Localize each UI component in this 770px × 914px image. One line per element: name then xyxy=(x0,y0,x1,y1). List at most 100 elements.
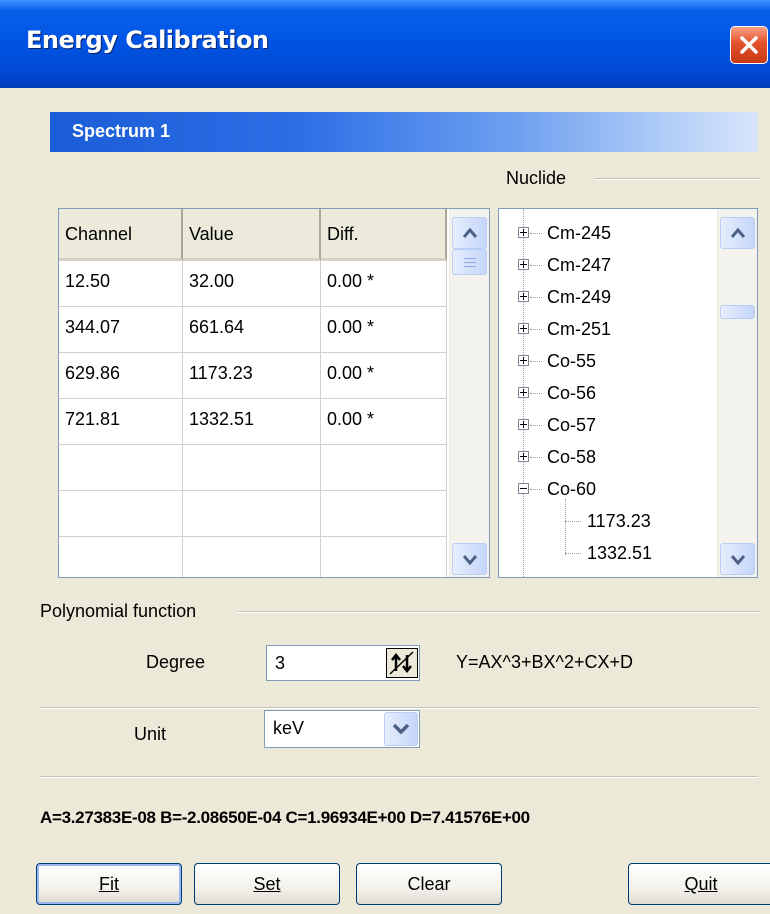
column-header-value[interactable]: Value xyxy=(183,209,321,261)
nuclide-tree[interactable]: Cm-245 Cm-247 Cm-249 Cm-251 Co-55 Co-56 xyxy=(498,208,758,578)
energy-calibration-dialog: Energy Calibration Spectrum 1 Nuclide Ch… xyxy=(0,0,770,914)
tree-node-label: Cm-247 xyxy=(547,255,612,275)
table-row[interactable]: 12.50 32.00 0.00 * xyxy=(59,261,447,307)
unit-selected: keV xyxy=(273,718,305,738)
calibration-table[interactable]: Channel Value Diff. 12.50 32.00 0.00 * 3… xyxy=(58,208,490,578)
table-row[interactable]: 629.86 1173.23 0.00 * xyxy=(59,353,447,399)
tree-node-label: Co-56 xyxy=(547,383,597,403)
degree-label: Degree xyxy=(146,652,206,672)
cell-value[interactable]: 1332.51 xyxy=(183,399,321,445)
cell-empty[interactable] xyxy=(321,537,447,577)
tree-line xyxy=(530,297,542,298)
table-row-empty[interactable] xyxy=(59,491,447,537)
expand-icon[interactable] xyxy=(518,227,529,238)
spectrum-header: Spectrum 1 xyxy=(50,112,758,152)
cell-channel[interactable]: 344.07 xyxy=(59,307,183,353)
nuclide-group-line xyxy=(594,178,760,180)
tree-scroll-down-button[interactable] xyxy=(720,543,755,575)
dropdown-arrow-icon xyxy=(392,723,410,735)
cell-channel[interactable]: 12.50 xyxy=(59,261,183,307)
tree-line xyxy=(530,265,542,266)
table-row-empty[interactable] xyxy=(59,537,447,577)
cell-channel[interactable]: 721.81 xyxy=(59,399,183,445)
table-scroll-down-button[interactable] xyxy=(452,543,487,575)
tree-line xyxy=(565,553,581,554)
fit-button[interactable]: Fit xyxy=(36,863,182,905)
expand-icon[interactable] xyxy=(518,387,529,398)
tree-leaf-label: 1332.51 xyxy=(587,543,653,563)
cell-empty[interactable] xyxy=(59,537,183,577)
coefficients-readout: A=3.27383E-08 B=-2.08650E-04 C=1.96934E+… xyxy=(40,808,530,827)
title-bar[interactable]: Energy Calibration xyxy=(0,0,770,88)
unit-label: Unit xyxy=(134,724,167,744)
divider xyxy=(40,776,758,778)
polynomial-formula: Y=AX^3+BX^2+CX+D xyxy=(456,652,633,672)
cell-diff[interactable]: 0.00 * xyxy=(321,399,447,445)
cell-value[interactable]: 661.64 xyxy=(183,307,321,353)
degree-spin-button[interactable] xyxy=(386,648,418,678)
divider xyxy=(40,707,758,709)
tree-scrollbar[interactable] xyxy=(717,209,757,577)
polynomial-group-label: Polynomial function xyxy=(40,601,197,621)
tree-node-label: Cm-251 xyxy=(547,319,612,339)
quit-button[interactable]: Quit xyxy=(628,863,770,905)
spin-icon xyxy=(389,651,414,675)
table-scroll-thumb[interactable] xyxy=(452,249,487,275)
expand-icon[interactable] xyxy=(518,355,529,366)
cell-diff[interactable]: 0.00 * xyxy=(321,353,447,399)
tree-line xyxy=(530,233,542,234)
polynomial-group-line xyxy=(238,611,760,613)
tree-scroll-up-button[interactable] xyxy=(720,217,755,249)
tree-line xyxy=(530,361,542,362)
scroll-up-icon xyxy=(462,227,478,238)
close-icon xyxy=(740,36,758,54)
table-row[interactable]: 721.81 1332.51 0.00 * xyxy=(59,399,447,445)
cell-empty[interactable] xyxy=(183,445,321,491)
collapse-icon[interactable] xyxy=(518,483,529,494)
nuclide-group-label: Nuclide xyxy=(506,168,567,188)
set-button-label: Set xyxy=(253,874,281,894)
tree-node-label: Co-55 xyxy=(547,351,597,371)
tree-scroll-thumb[interactable] xyxy=(720,305,755,319)
cell-diff[interactable]: 0.00 * xyxy=(321,261,447,307)
tree-line xyxy=(530,425,542,426)
cell-empty[interactable] xyxy=(321,491,447,537)
column-header-channel[interactable]: Channel xyxy=(59,209,183,261)
cell-empty[interactable] xyxy=(321,445,447,491)
table-scrollbar[interactable] xyxy=(449,209,489,577)
cell-channel[interactable]: 629.86 xyxy=(59,353,183,399)
expand-icon[interactable] xyxy=(518,323,529,334)
tree-line xyxy=(565,521,581,522)
tree-leaf-label: 1173.23 xyxy=(587,511,651,531)
cell-value[interactable]: 32.00 xyxy=(183,261,321,307)
table-scroll-up-button[interactable] xyxy=(452,217,487,249)
cell-empty[interactable] xyxy=(59,491,183,537)
expand-icon[interactable] xyxy=(518,259,529,270)
cell-empty[interactable] xyxy=(183,491,321,537)
cell-empty[interactable] xyxy=(183,537,321,577)
expand-icon[interactable] xyxy=(518,451,529,462)
column-header-diff[interactable]: Diff. xyxy=(321,209,447,261)
tree-line xyxy=(565,499,566,555)
table-row[interactable]: 344.07 661.64 0.00 * xyxy=(59,307,447,353)
cell-empty[interactable] xyxy=(59,445,183,491)
expand-icon[interactable] xyxy=(518,419,529,430)
scroll-down-icon xyxy=(462,555,478,566)
cell-diff[interactable]: 0.00 * xyxy=(321,307,447,353)
tree-line xyxy=(530,393,542,394)
table-header: Channel Value Diff. xyxy=(59,209,447,263)
grip-line xyxy=(464,262,476,263)
scroll-down-icon xyxy=(730,555,746,566)
unit-dropdown-button[interactable] xyxy=(384,712,418,746)
window-title: Energy Calibration xyxy=(26,26,269,54)
expand-icon[interactable] xyxy=(518,291,529,302)
close-button[interactable] xyxy=(730,26,768,64)
tree-line xyxy=(530,329,542,330)
cell-value[interactable]: 1173.23 xyxy=(183,353,321,399)
set-button[interactable]: Set xyxy=(194,863,340,905)
clear-button[interactable]: Clear xyxy=(356,863,502,905)
table-row-empty[interactable] xyxy=(59,445,447,491)
tree-node-label: Co-58 xyxy=(547,447,597,467)
tree-node-label: Co-60 xyxy=(547,479,597,499)
quit-button-label: Quit xyxy=(684,874,718,894)
